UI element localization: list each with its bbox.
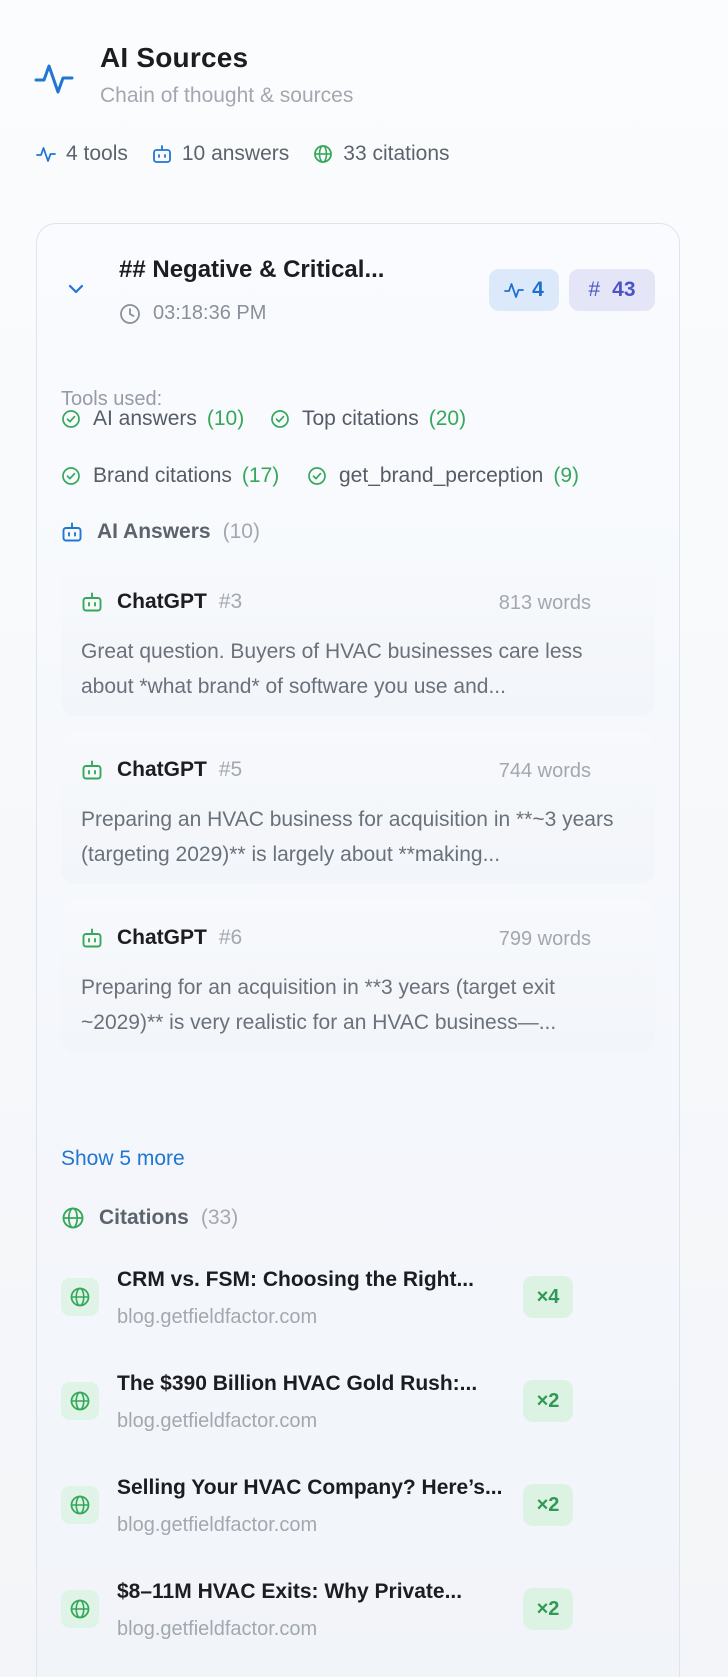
bot-icon (82, 760, 102, 780)
ai-answers-label: AI Answers (97, 520, 211, 543)
citations-count: (33) (200, 1206, 239, 1229)
answer-excerpt: Great question. Buyers of HVAC businesse… (81, 640, 583, 698)
bot-icon (82, 592, 102, 612)
tool-item: AI answers (10) (61, 407, 244, 431)
citations-count-badge: # 43 (569, 269, 655, 311)
activity-icon (504, 283, 525, 298)
answer-word-count: 813 words (498, 592, 591, 614)
citation-item[interactable]: Selling Your HVAC Company? Here’s... blo… (61, 1472, 655, 1552)
tools-count-value: 4 (532, 278, 544, 301)
card-header[interactable]: ## Negative & Critical... 03:18:36 PM 4 … (37, 224, 679, 344)
answer-header: ChatGPT #3 (81, 590, 242, 614)
globe-icon (61, 1590, 99, 1628)
globe-icon (61, 1486, 99, 1524)
stat-tools: 4 tools (36, 142, 128, 166)
answer-word-count: 744 words (498, 760, 591, 782)
answer-model: ChatGPT (117, 758, 207, 781)
citation-domain: blog.getfieldfactor.com (117, 1618, 318, 1640)
globe-icon (61, 1382, 99, 1420)
bot-icon (152, 145, 171, 163)
citation-count-badge: ×2 (523, 1484, 573, 1526)
answer-item[interactable]: ChatGPT #3 813 words Great question. Buy… (61, 564, 655, 716)
citation-item[interactable]: $8–11M HVAC Exits: Why Private... blog.g… (61, 1576, 655, 1656)
card-time-text: 03:18:36 PM (153, 302, 267, 324)
citation-item[interactable]: The $390 Billion HVAC Gold Rush:... blog… (61, 1368, 655, 1448)
answer-item[interactable]: ChatGPT #6 799 words Preparing for an ac… (61, 900, 655, 1052)
stat-citations: 33 citations (313, 142, 450, 166)
citation-title[interactable]: $8–11M HVAC Exits: Why Private... (117, 1580, 462, 1604)
citation-title[interactable]: CRM vs. FSM: Choosing the Right... (117, 1268, 474, 1292)
citation-domain: blog.getfieldfactor.com (117, 1410, 318, 1432)
tool-name: Top citations (302, 407, 419, 430)
answer-excerpt: Preparing for an acquisition in **3 year… (81, 976, 557, 1034)
globe-icon (314, 145, 333, 163)
bot-icon (62, 522, 82, 542)
ai-sources-panel: AI Sources Chain of thought & sources 4 … (0, 0, 728, 1677)
bot-icon (82, 928, 102, 948)
tool-item: Brand citations (17) (61, 464, 279, 488)
source-card: ## Negative & Critical... 03:18:36 PM 4 … (36, 223, 680, 1677)
panel-header: AI Sources Chain of thought & sources (34, 40, 353, 108)
check-circle-icon (308, 467, 326, 485)
tool-name: AI answers (93, 407, 197, 430)
hash-icon: # (588, 278, 601, 301)
tool-item: Top citations (20) (270, 407, 466, 431)
ai-answers-heading: AI Answers (10) (61, 520, 260, 544)
citations-heading: Citations (33) (61, 1206, 238, 1230)
summary-stats: 4 tools 10 answers 33 citations (36, 142, 474, 166)
stat-citations-text: 33 citations (343, 142, 450, 165)
tool-name: Brand citations (93, 464, 232, 487)
citation-title[interactable]: The $390 Billion HVAC Gold Rush:... (117, 1372, 477, 1396)
tool-name: get_brand_perception (339, 464, 544, 487)
answer-number: #3 (218, 590, 243, 613)
show-more-link[interactable]: Show 5 more (61, 1147, 185, 1171)
answer-excerpt: Preparing an HVAC business for acquisiti… (81, 808, 614, 866)
citation-domain: blog.getfieldfactor.com (117, 1514, 318, 1536)
answer-header: ChatGPT #6 (81, 926, 242, 950)
stat-answers-text: 10 answers (181, 142, 290, 165)
tool-count: (17) (241, 464, 280, 487)
citations-count-value: 43 (612, 278, 636, 301)
chevron-down-icon[interactable] (65, 278, 87, 300)
stat-answers: 10 answers (152, 142, 289, 166)
answer-word-count: 799 words (498, 928, 591, 950)
card-timestamp: 03:18:36 PM (119, 302, 266, 325)
tool-item: get_brand_perception (9) (307, 464, 579, 488)
tools-count-badge: 4 (489, 269, 559, 311)
citation-count-badge: ×4 (523, 1276, 573, 1318)
answer-item[interactable]: ChatGPT #5 744 words Preparing an HVAC b… (61, 732, 655, 884)
answer-number: #6 (218, 926, 243, 949)
citation-domain: blog.getfieldfactor.com (117, 1306, 318, 1328)
check-circle-icon (62, 467, 80, 485)
globe-icon (62, 1207, 84, 1229)
activity-icon (36, 147, 56, 162)
check-circle-icon (271, 410, 289, 428)
ai-answers-count: (10) (222, 520, 260, 543)
panel-subtitle: Chain of thought & sources (100, 84, 354, 107)
panel-title: AI Sources (100, 42, 249, 73)
tool-count: (20) (428, 407, 467, 430)
citations-label: Citations (99, 1206, 189, 1229)
answer-number: #5 (218, 758, 243, 781)
activity-icon (34, 64, 74, 94)
tool-count: (9) (553, 464, 580, 487)
answer-model: ChatGPT (117, 590, 207, 613)
check-circle-icon (62, 410, 80, 428)
answer-header: ChatGPT #5 (81, 758, 242, 782)
tool-count: (10) (206, 407, 245, 430)
answer-model: ChatGPT (117, 926, 207, 949)
citation-count-badge: ×2 (523, 1588, 573, 1630)
card-title: ## Negative & Critical... (119, 256, 385, 283)
citation-item[interactable]: CRM vs. FSM: Choosing the Right... blog.… (61, 1264, 655, 1344)
citation-title[interactable]: Selling Your HVAC Company? Here’s... (117, 1476, 502, 1500)
globe-icon (61, 1278, 99, 1316)
clock-icon (120, 303, 140, 324)
stat-tools-text: 4 tools (66, 142, 128, 165)
citation-count-badge: ×2 (523, 1380, 573, 1422)
